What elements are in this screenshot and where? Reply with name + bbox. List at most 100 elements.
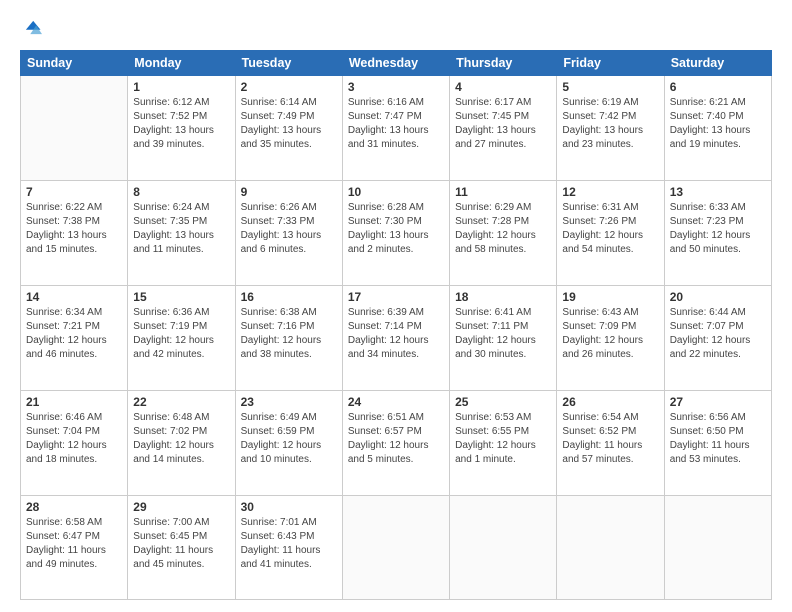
day-number: 15 [133,290,229,304]
day-number: 19 [562,290,658,304]
week-row-2: 7 Sunrise: 6:22 AM Sunset: 7:38 PM Daylig… [21,181,772,286]
day-content: Sunrise: 6:39 AM Sunset: 7:14 PM Dayligh… [348,306,444,362]
day-cell: 12 Sunrise: 6:31 AM Sunset: 7:26 PM Dayli… [557,181,664,286]
day-content: Sunrise: 6:24 AM Sunset: 7:35 PM Dayligh… [133,201,229,257]
header [20,18,772,40]
day-number: 21 [26,395,122,409]
day-content: Sunrise: 6:26 AM Sunset: 7:33 PM Dayligh… [241,201,337,257]
day-cell: 30 Sunrise: 7:01 AM Sunset: 6:43 PM Dayli… [235,496,342,600]
day-number: 12 [562,185,658,199]
day-cell: 10 Sunrise: 6:28 AM Sunset: 7:30 PM Dayli… [342,181,449,286]
day-cell [342,496,449,600]
day-number: 25 [455,395,551,409]
logo [20,18,46,40]
day-content: Sunrise: 6:34 AM Sunset: 7:21 PM Dayligh… [26,306,122,362]
day-content: Sunrise: 6:21 AM Sunset: 7:40 PM Dayligh… [670,96,766,152]
day-content: Sunrise: 6:44 AM Sunset: 7:07 PM Dayligh… [670,306,766,362]
day-content: Sunrise: 7:01 AM Sunset: 6:43 PM Dayligh… [241,516,337,572]
day-content: Sunrise: 6:19 AM Sunset: 7:42 PM Dayligh… [562,96,658,152]
day-number: 20 [670,290,766,304]
day-cell: 21 Sunrise: 6:46 AM Sunset: 7:04 PM Dayli… [21,391,128,496]
day-number: 8 [133,185,229,199]
day-cell: 19 Sunrise: 6:43 AM Sunset: 7:09 PM Dayli… [557,286,664,391]
day-content: Sunrise: 6:54 AM Sunset: 6:52 PM Dayligh… [562,411,658,467]
day-content: Sunrise: 6:58 AM Sunset: 6:47 PM Dayligh… [26,516,122,572]
day-cell: 15 Sunrise: 6:36 AM Sunset: 7:19 PM Dayli… [128,286,235,391]
day-number: 22 [133,395,229,409]
day-number: 26 [562,395,658,409]
week-row-1: 1 Sunrise: 6:12 AM Sunset: 7:52 PM Daylig… [21,76,772,181]
week-row-4: 21 Sunrise: 6:46 AM Sunset: 7:04 PM Dayli… [21,391,772,496]
day-cell [21,76,128,181]
day-cell: 5 Sunrise: 6:19 AM Sunset: 7:42 PM Daylig… [557,76,664,181]
day-number: 28 [26,500,122,514]
day-cell: 7 Sunrise: 6:22 AM Sunset: 7:38 PM Daylig… [21,181,128,286]
day-number: 10 [348,185,444,199]
day-content: Sunrise: 6:28 AM Sunset: 7:30 PM Dayligh… [348,201,444,257]
day-number: 18 [455,290,551,304]
day-content: Sunrise: 6:49 AM Sunset: 6:59 PM Dayligh… [241,411,337,467]
day-content: Sunrise: 6:33 AM Sunset: 7:23 PM Dayligh… [670,201,766,257]
calendar-header-row: SundayMondayTuesdayWednesdayThursdayFrid… [21,51,772,76]
day-cell: 29 Sunrise: 7:00 AM Sunset: 6:45 PM Dayli… [128,496,235,600]
col-header-sunday: Sunday [21,51,128,76]
day-cell: 28 Sunrise: 6:58 AM Sunset: 6:47 PM Dayli… [21,496,128,600]
day-content: Sunrise: 6:43 AM Sunset: 7:09 PM Dayligh… [562,306,658,362]
day-content: Sunrise: 6:12 AM Sunset: 7:52 PM Dayligh… [133,96,229,152]
day-number: 16 [241,290,337,304]
day-number: 1 [133,80,229,94]
day-cell: 9 Sunrise: 6:26 AM Sunset: 7:33 PM Daylig… [235,181,342,286]
day-content: Sunrise: 6:17 AM Sunset: 7:45 PM Dayligh… [455,96,551,152]
day-content: Sunrise: 6:29 AM Sunset: 7:28 PM Dayligh… [455,201,551,257]
day-cell [450,496,557,600]
day-cell: 11 Sunrise: 6:29 AM Sunset: 7:28 PM Dayli… [450,181,557,286]
day-cell: 22 Sunrise: 6:48 AM Sunset: 7:02 PM Dayli… [128,391,235,496]
day-cell: 16 Sunrise: 6:38 AM Sunset: 7:16 PM Dayli… [235,286,342,391]
col-header-saturday: Saturday [664,51,771,76]
day-number: 24 [348,395,444,409]
col-header-wednesday: Wednesday [342,51,449,76]
day-number: 4 [455,80,551,94]
day-content: Sunrise: 6:36 AM Sunset: 7:19 PM Dayligh… [133,306,229,362]
day-number: 23 [241,395,337,409]
day-cell: 24 Sunrise: 6:51 AM Sunset: 6:57 PM Dayli… [342,391,449,496]
day-number: 29 [133,500,229,514]
day-number: 7 [26,185,122,199]
day-cell: 2Sunrise: 6:14 AM Sunset: 7:49 PM Daylig… [235,76,342,181]
day-content: Sunrise: 6:22 AM Sunset: 7:38 PM Dayligh… [26,201,122,257]
day-number: 9 [241,185,337,199]
week-row-5: 28 Sunrise: 6:58 AM Sunset: 6:47 PM Dayli… [21,496,772,600]
day-content: Sunrise: 6:46 AM Sunset: 7:04 PM Dayligh… [26,411,122,467]
day-cell: 8 Sunrise: 6:24 AM Sunset: 7:35 PM Daylig… [128,181,235,286]
col-header-friday: Friday [557,51,664,76]
col-header-thursday: Thursday [450,51,557,76]
day-content: Sunrise: 7:00 AM Sunset: 6:45 PM Dayligh… [133,516,229,572]
day-number: 17 [348,290,444,304]
day-content: Sunrise: 6:48 AM Sunset: 7:02 PM Dayligh… [133,411,229,467]
calendar-table: SundayMondayTuesdayWednesdayThursdayFrid… [20,50,772,600]
day-number: 5 [562,80,658,94]
col-header-tuesday: Tuesday [235,51,342,76]
day-number: 11 [455,185,551,199]
day-number: 30 [241,500,337,514]
day-content: Sunrise: 6:38 AM Sunset: 7:16 PM Dayligh… [241,306,337,362]
day-cell: 23 Sunrise: 6:49 AM Sunset: 6:59 PM Dayli… [235,391,342,496]
day-cell: 4 Sunrise: 6:17 AM Sunset: 7:45 PM Daylig… [450,76,557,181]
day-cell: 26 Sunrise: 6:54 AM Sunset: 6:52 PM Dayli… [557,391,664,496]
day-cell: 18 Sunrise: 6:41 AM Sunset: 7:11 PM Dayli… [450,286,557,391]
day-number: 14 [26,290,122,304]
day-cell [557,496,664,600]
day-number: 6 [670,80,766,94]
day-content: Sunrise: 6:31 AM Sunset: 7:26 PM Dayligh… [562,201,658,257]
day-cell: 20 Sunrise: 6:44 AM Sunset: 7:07 PM Dayli… [664,286,771,391]
day-cell: 13 Sunrise: 6:33 AM Sunset: 7:23 PM Dayli… [664,181,771,286]
week-row-3: 14 Sunrise: 6:34 AM Sunset: 7:21 PM Dayli… [21,286,772,391]
logo-icon [20,18,42,40]
page: SundayMondayTuesdayWednesdayThursdayFrid… [0,0,792,612]
day-number: 13 [670,185,766,199]
day-content: Sunrise: 6:41 AM Sunset: 7:11 PM Dayligh… [455,306,551,362]
day-content: Sunrise: 6:51 AM Sunset: 6:57 PM Dayligh… [348,411,444,467]
day-cell: 1 Sunrise: 6:12 AM Sunset: 7:52 PM Daylig… [128,76,235,181]
day-content: Sunrise: 6:56 AM Sunset: 6:50 PM Dayligh… [670,411,766,467]
day-number: 3 [348,80,444,94]
